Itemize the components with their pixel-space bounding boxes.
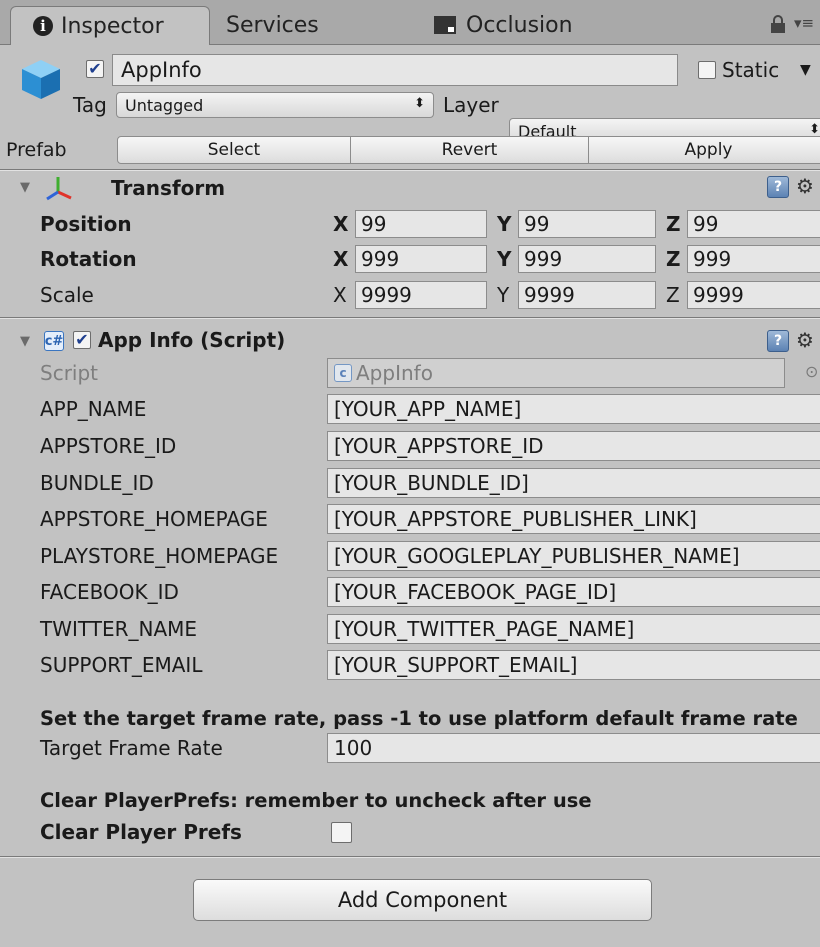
axis-z-label: Z: [666, 247, 681, 271]
frame-rate-header: Set the target frame rate, pass -1 to us…: [40, 707, 798, 730]
position-z-field[interactable]: 99: [687, 210, 820, 238]
position-y-field[interactable]: 99: [518, 210, 656, 238]
clear-prefs-header: Clear PlayerPrefs: remember to uncheck a…: [40, 789, 592, 812]
tag-value: Untagged: [125, 95, 204, 115]
target-frame-rate-label: Target Frame Rate: [40, 736, 223, 760]
clear-player-prefs-label: Clear Player Prefs: [40, 820, 242, 844]
field-facebook-id-label: FACEBOOK_ID: [40, 580, 179, 604]
divider: [0, 170, 820, 171]
field-playstore-homepage-input[interactable]: [YOUR_GOOGLEPLAY_PUBLISHER_NAME]: [327, 541, 820, 571]
transform-foldout-icon[interactable]: ▼: [20, 180, 30, 195]
tab-occlusion-label: Occlusion: [466, 12, 573, 38]
axis-x-label: X: [333, 212, 349, 236]
divider: [0, 857, 820, 858]
field-appstore-id-input[interactable]: [YOUR_APPSTORE_ID: [327, 431, 820, 461]
tag-label: Tag: [73, 93, 107, 117]
divider: [0, 318, 820, 319]
axis-y-label: Y: [497, 247, 512, 271]
gameobject-cube-icon: [18, 56, 64, 102]
rotation-z-field[interactable]: 999: [687, 245, 820, 273]
field-app-name-label: APP_NAME: [40, 397, 147, 421]
axis-z-label: Z: [666, 212, 681, 236]
tab-occlusion[interactable]: Occlusion: [434, 6, 634, 44]
field-facebook-id-input[interactable]: [YOUR_FACEBOOK_PAGE_ID]: [327, 577, 820, 607]
script-enabled-checkbox[interactable]: ✔: [73, 331, 91, 349]
add-component-button[interactable]: Add Component: [193, 879, 652, 921]
script-foldout-icon[interactable]: ▼: [20, 334, 30, 349]
gear-icon[interactable]: ⚙: [796, 174, 814, 198]
script-component-title: App Info (Script): [98, 328, 286, 352]
object-picker-icon[interactable]: ⊙: [805, 362, 818, 381]
tab-services[interactable]: Services: [226, 6, 346, 44]
static-dropdown-icon[interactable]: ▼: [800, 62, 811, 78]
position-label: Position: [40, 212, 132, 236]
occlusion-icon: [434, 16, 456, 34]
scale-z-field[interactable]: 9999: [687, 281, 820, 309]
help-icon[interactable]: ?: [767, 176, 789, 198]
lock-icon[interactable]: [770, 14, 786, 38]
prefab-label: Prefab: [6, 139, 67, 161]
tab-inspector[interactable]: i Inspector: [10, 6, 210, 45]
tag-dropdown[interactable]: Untagged ⬍: [116, 92, 434, 118]
script-reference-field: c AppInfo: [327, 358, 785, 388]
field-bundle-id-label: BUNDLE_ID: [40, 471, 154, 495]
rotation-x-field[interactable]: 999: [355, 245, 487, 273]
static-label: Static: [722, 58, 780, 82]
field-twitter-name-label: TWITTER_NAME: [40, 617, 198, 641]
field-support-email-label: SUPPORT_EMAIL: [40, 653, 203, 677]
rotation-label: Rotation: [40, 247, 137, 271]
tab-menu-icon[interactable]: ▾≡: [794, 14, 814, 32]
prefab-button-group: Select Revert Apply: [117, 136, 820, 164]
axis-x-label: X: [333, 283, 347, 307]
field-bundle-id-input[interactable]: [YOUR_BUNDLE_ID]: [327, 468, 820, 498]
scale-label: Scale: [40, 283, 94, 307]
field-support-email-input[interactable]: [YOUR_SUPPORT_EMAIL]: [327, 650, 820, 680]
object-name-field[interactable]: AppInfo: [112, 54, 678, 86]
info-icon: i: [33, 16, 53, 36]
tab-services-label: Services: [226, 12, 319, 38]
updown-arrows-icon: ⬍: [809, 122, 820, 137]
position-x-field[interactable]: 99: [355, 210, 487, 238]
help-icon[interactable]: ?: [767, 330, 789, 352]
field-app-name-input[interactable]: [YOUR_APP_NAME]: [327, 394, 820, 424]
static-checkbox[interactable]: [698, 61, 716, 79]
axis-y-label: Y: [497, 283, 510, 307]
updown-arrows-icon: ⬍: [414, 96, 425, 111]
field-appstore-id-label: APPSTORE_ID: [40, 434, 177, 458]
target-frame-rate-input[interactable]: 100: [327, 733, 820, 763]
script-reference-value: AppInfo: [356, 361, 433, 385]
script-file-icon: c: [334, 364, 352, 382]
script-label: Script: [40, 361, 99, 385]
rotation-y-field[interactable]: 999: [518, 245, 656, 273]
axis-y-label: Y: [497, 212, 512, 236]
transform-axes-icon: [44, 174, 74, 206]
prefab-apply-button[interactable]: Apply: [589, 136, 820, 164]
layer-label: Layer: [443, 93, 499, 117]
gear-icon[interactable]: ⚙: [796, 328, 814, 352]
transform-title: Transform: [111, 176, 226, 200]
prefab-revert-button[interactable]: Revert: [351, 136, 589, 164]
field-playstore-homepage-label: PLAYSTORE_HOMEPAGE: [40, 544, 279, 568]
axis-z-label: Z: [666, 283, 680, 307]
field-twitter-name-input[interactable]: [YOUR_TWITTER_PAGE_NAME]: [327, 614, 820, 644]
scale-x-field[interactable]: 9999: [355, 281, 487, 309]
active-checkbox[interactable]: ✔: [86, 60, 104, 78]
prefab-select-button[interactable]: Select: [117, 136, 351, 164]
field-appstore-homepage-label: APPSTORE_HOMEPAGE: [40, 507, 268, 531]
scale-y-field[interactable]: 9999: [518, 281, 656, 309]
clear-player-prefs-checkbox[interactable]: [331, 822, 352, 843]
axis-x-label: X: [333, 247, 349, 271]
field-appstore-homepage-input[interactable]: [YOUR_APPSTORE_PUBLISHER_LINK]: [327, 504, 820, 534]
tab-inspector-label: Inspector: [61, 13, 164, 39]
csharp-script-icon: c#: [44, 331, 64, 351]
